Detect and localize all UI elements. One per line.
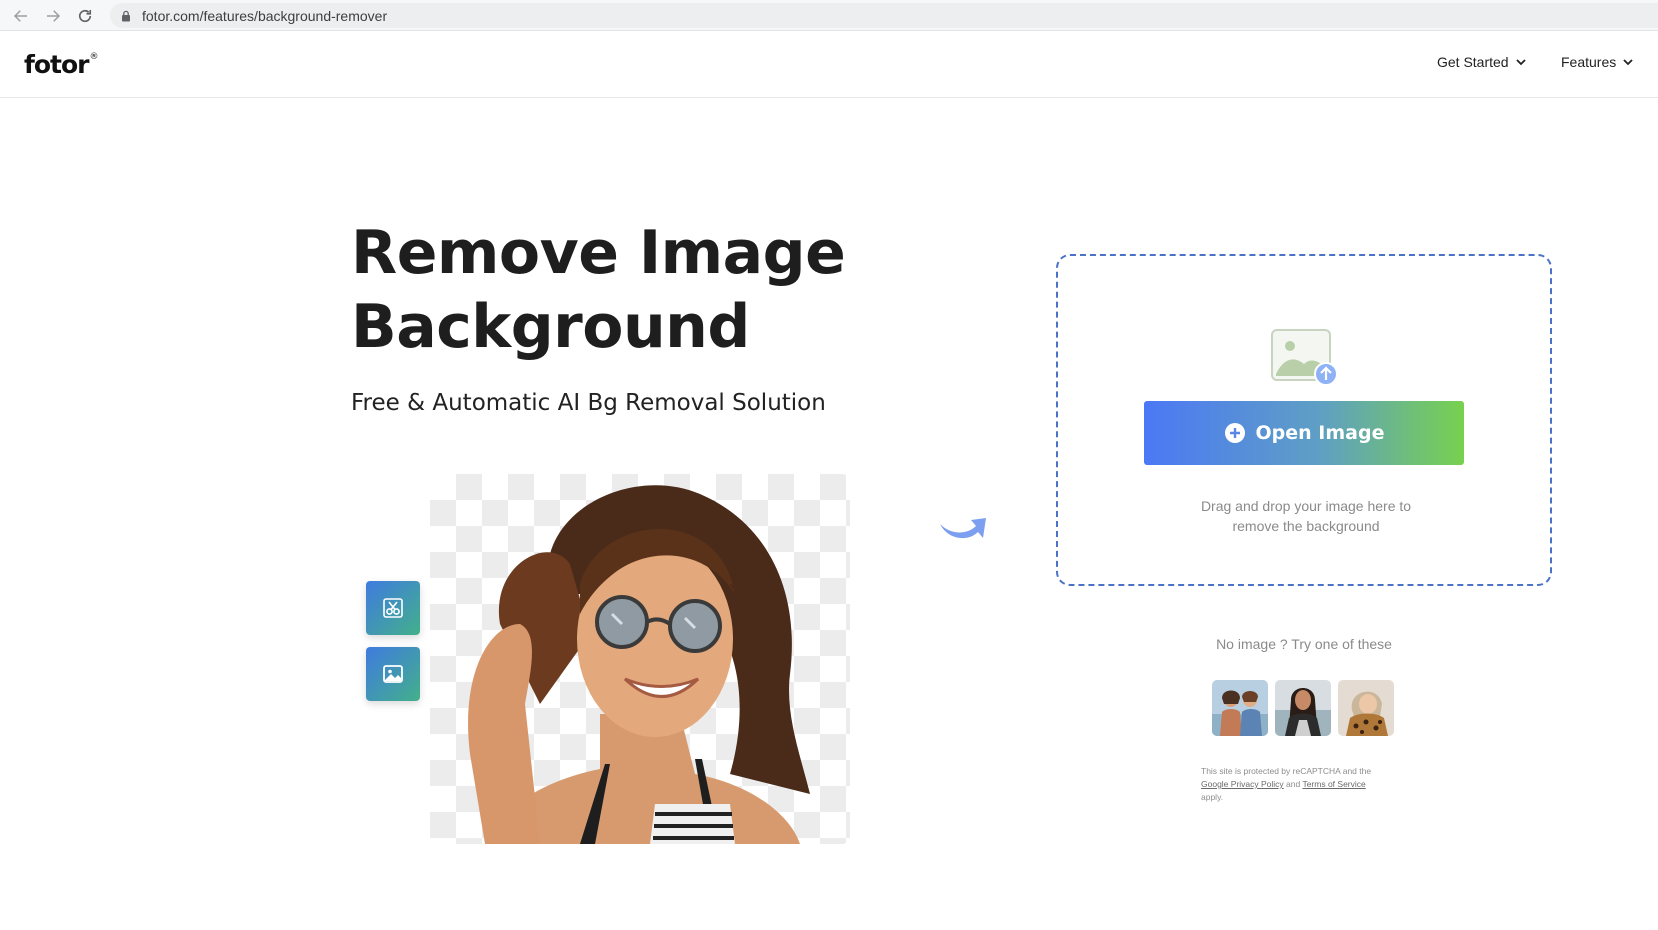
image-upload-icon xyxy=(1271,329,1338,386)
terms-of-service-link[interactable]: Terms of Service xyxy=(1302,779,1365,789)
chevron-down-icon xyxy=(1515,59,1526,66)
back-button[interactable] xyxy=(10,5,32,27)
page-subtitle: Free & Automatic AI Bg Removal Solution xyxy=(351,390,826,416)
url-text: fotor.com/features/background-remover xyxy=(142,7,388,24)
fotor-logo[interactable]: fotor® xyxy=(24,50,99,79)
sample-image-leopard-print xyxy=(1338,680,1394,736)
woman-portrait-illustration xyxy=(468,485,810,844)
curved-arrow-icon xyxy=(940,518,986,539)
address-bar[interactable]: fotor.com/features/background-remover xyxy=(110,3,1658,28)
upload-drop-zone[interactable]: Open Image Drag and drop your image here… xyxy=(1056,254,1552,586)
nav-features-label: Features xyxy=(1561,54,1617,70)
title-line-2: Background xyxy=(351,292,750,362)
nav-features[interactable]: Features xyxy=(1561,54,1634,70)
site-header: fotor® Get Started Features xyxy=(0,32,1658,98)
recaptcha-notice: This site is protected by reCAPTCHA and … xyxy=(1201,765,1401,804)
open-image-label: Open Image xyxy=(1255,422,1385,444)
arrow-left-icon xyxy=(13,10,27,22)
logo-text: fotor xyxy=(24,50,90,79)
open-image-button[interactable]: Open Image xyxy=(1144,401,1464,465)
privacy-policy-link[interactable]: Google Privacy Policy xyxy=(1201,779,1284,789)
image-tool-button[interactable] xyxy=(366,647,420,701)
sample-thumb-two-people[interactable] xyxy=(1212,680,1268,736)
upload-hint-line-1: Drag and drop your image here to xyxy=(1200,498,1412,514)
forward-button[interactable] xyxy=(42,5,64,27)
sample-image-two-people xyxy=(1212,680,1268,736)
reload-icon xyxy=(78,9,92,23)
page-title: Remove Image Background xyxy=(351,216,871,364)
sample-image-woman-beach xyxy=(1275,680,1331,736)
legal-and: and xyxy=(1286,779,1301,789)
reload-button[interactable] xyxy=(74,5,96,27)
nav-get-started-label: Get Started xyxy=(1437,54,1509,70)
cutout-tool-button[interactable] xyxy=(366,581,420,635)
scissors-cutout-icon xyxy=(383,598,403,618)
legal-text-before: This site is protected by reCAPTCHA and … xyxy=(1201,766,1372,776)
sample-thumb-leopard-print[interactable] xyxy=(1338,680,1394,736)
sample-images xyxy=(1212,680,1394,736)
browser-toolbar: fotor.com/features/background-remover xyxy=(0,0,1658,31)
upload-hint: Drag and drop your image here to remove … xyxy=(1156,496,1456,536)
lock-icon xyxy=(122,10,130,21)
legal-text-after: apply. xyxy=(1201,792,1224,802)
upload-hint-line-2: remove the background xyxy=(1232,518,1380,534)
logo-registered-mark: ® xyxy=(89,52,99,62)
plus-circle-icon xyxy=(1224,423,1245,443)
demo-cutout-image xyxy=(430,474,850,844)
image-icon xyxy=(383,665,403,683)
arrow-right-icon xyxy=(47,10,61,22)
sample-prompt: No image ? Try one of these xyxy=(1216,636,1392,652)
sample-thumb-woman-beach[interactable] xyxy=(1275,680,1331,736)
title-line-1: Remove Image xyxy=(351,218,846,288)
nav-get-started[interactable]: Get Started xyxy=(1437,54,1527,70)
chevron-down-icon xyxy=(1623,59,1633,66)
